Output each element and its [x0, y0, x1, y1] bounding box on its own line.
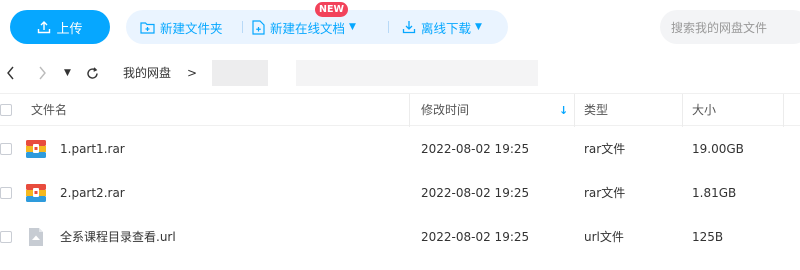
history-dropdown-icon[interactable]: ▼: [64, 54, 71, 92]
upload-button-label: 上传: [56, 21, 83, 37]
chevron-down-icon: ▼: [475, 22, 482, 32]
file-modified: 2022-08-02 19:25: [421, 230, 530, 244]
select-all-checkbox[interactable]: [0, 104, 12, 116]
row-checkbox[interactable]: [0, 187, 12, 199]
column-header-name[interactable]: 文件名: [31, 94, 67, 127]
toolbar: 上传 新建文件夹 新建在线文档 ▼ 离线下载 ▼ NEW 搜索我的网盘文件: [0, 0, 800, 54]
search-placeholder: 搜索我的网盘文件: [671, 20, 768, 35]
file-table-header: 文件名 修改时间 ↓ 类型 大小: [0, 93, 800, 127]
refresh-icon[interactable]: [86, 54, 99, 92]
column-divider: [682, 94, 683, 127]
file-size: 1.81GB: [692, 186, 737, 200]
offline-download-button[interactable]: 离线下载 ▼: [402, 10, 482, 44]
rar-archive-icon: [26, 140, 46, 158]
breadcrumb-separator: >: [187, 66, 198, 80]
new-folder-button[interactable]: 新建文件夹: [140, 10, 223, 44]
file-name[interactable]: 1.part1.rar: [60, 127, 125, 171]
file-type: rar文件: [584, 142, 626, 156]
breadcrumb-redacted-segment: [212, 60, 268, 86]
forward-icon[interactable]: [38, 54, 47, 92]
breadcrumb-redacted-segment: [296, 60, 538, 86]
file-type: url文件: [584, 230, 624, 244]
file-modified: 2022-08-02 19:25: [421, 142, 530, 156]
rar-archive-icon: [26, 184, 46, 202]
column-header-type[interactable]: 类型: [584, 94, 608, 127]
table-row[interactable]: 2.part2.rar 2022-08-02 19:25 rar文件 1.81G…: [0, 171, 800, 215]
navigation-bar: ▼ 我的网盘 >: [0, 54, 800, 92]
upload-button[interactable]: 上传: [10, 10, 110, 44]
file-modified: 2022-08-02 19:25: [421, 186, 530, 200]
file-name[interactable]: 2.part2.rar: [60, 171, 125, 215]
new-badge: NEW: [315, 2, 348, 17]
chevron-down-icon: ▼: [349, 22, 356, 32]
table-row[interactable]: 1.part1.rar 2022-08-02 19:25 rar文件 19.00…: [0, 127, 800, 171]
back-icon[interactable]: [6, 54, 15, 92]
offline-download-label: 离线下载: [421, 20, 472, 36]
toolbar-divider: [242, 21, 243, 33]
new-online-doc-label: 新建在线文档: [270, 20, 346, 36]
file-type: rar文件: [584, 186, 626, 200]
new-doc-icon: [252, 19, 265, 35]
sort-desc-icon[interactable]: ↓: [559, 94, 568, 127]
column-header-size[interactable]: 大小: [692, 94, 716, 127]
file-size: 19.00GB: [692, 142, 744, 156]
column-divider: [783, 94, 784, 127]
new-folder-label: 新建文件夹: [160, 20, 223, 36]
breadcrumb-root[interactable]: 我的网盘: [123, 54, 171, 92]
url-file-icon: [29, 228, 43, 246]
file-name[interactable]: 全系课程目录查看.url: [60, 215, 176, 259]
upload-icon: [38, 21, 51, 34]
row-checkbox[interactable]: [0, 231, 12, 243]
column-divider: [574, 94, 575, 127]
download-icon: [402, 21, 416, 34]
toolbar-divider: [388, 21, 389, 33]
column-header-modified[interactable]: 修改时间: [421, 94, 469, 127]
table-row[interactable]: 全系课程目录查看.url 2022-08-02 19:25 url文件 125B: [0, 215, 800, 259]
file-size: 125B: [692, 230, 724, 244]
column-divider: [409, 94, 410, 127]
row-checkbox[interactable]: [0, 143, 12, 155]
new-folder-icon: [140, 21, 155, 34]
search-input[interactable]: 搜索我的网盘文件: [660, 10, 800, 44]
